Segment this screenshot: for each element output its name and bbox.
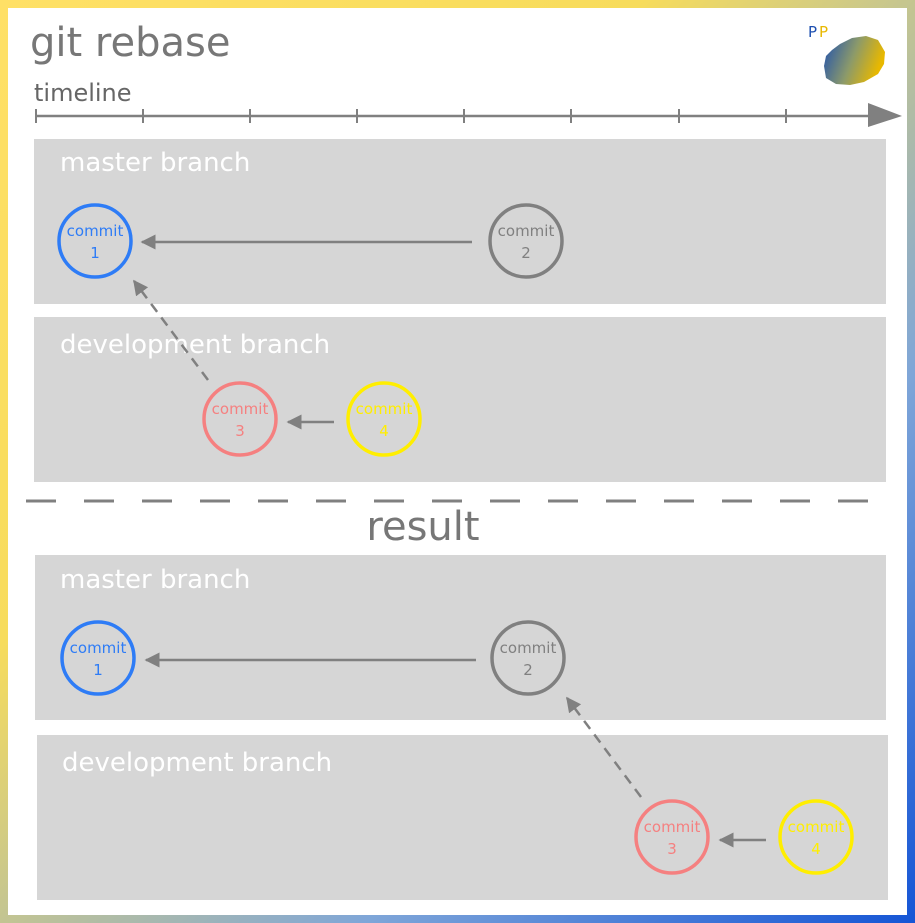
rebase-diagram: git rebase P P timeline master branch de…: [26, 20, 902, 900]
logo-letter-1: P: [808, 23, 817, 41]
commit-number: 3: [235, 422, 245, 440]
commit-word: commit: [498, 222, 555, 240]
commit-word: commit: [788, 818, 845, 836]
commit-number: 2: [521, 244, 531, 262]
commit-word: commit: [70, 639, 127, 657]
commit-number: 1: [90, 244, 100, 262]
commit-word: commit: [644, 818, 701, 836]
lane-label-development-before: development branch: [60, 330, 330, 360]
commit-number: 2: [523, 661, 533, 679]
lane-label-development-after: development branch: [62, 748, 332, 778]
logo-letter-2: P: [819, 23, 828, 41]
commit-word: commit: [500, 639, 557, 657]
timeline-label: timeline: [34, 79, 132, 107]
commit-number: 4: [811, 840, 821, 858]
result-label: result: [366, 504, 479, 550]
logo-shape-icon: [824, 36, 885, 85]
commit-number: 3: [667, 840, 677, 858]
commit-number: 4: [379, 422, 389, 440]
commit-number: 1: [93, 661, 103, 679]
page-title: git rebase: [30, 20, 230, 66]
commit-word: commit: [67, 222, 124, 240]
commit-word: commit: [212, 400, 269, 418]
logo: P P: [808, 23, 885, 85]
commit-word: commit: [356, 400, 413, 418]
lane-label-master-after: master branch: [60, 565, 250, 595]
timeline-axis: [35, 103, 902, 127]
lane-label-master-before: master branch: [60, 148, 250, 178]
